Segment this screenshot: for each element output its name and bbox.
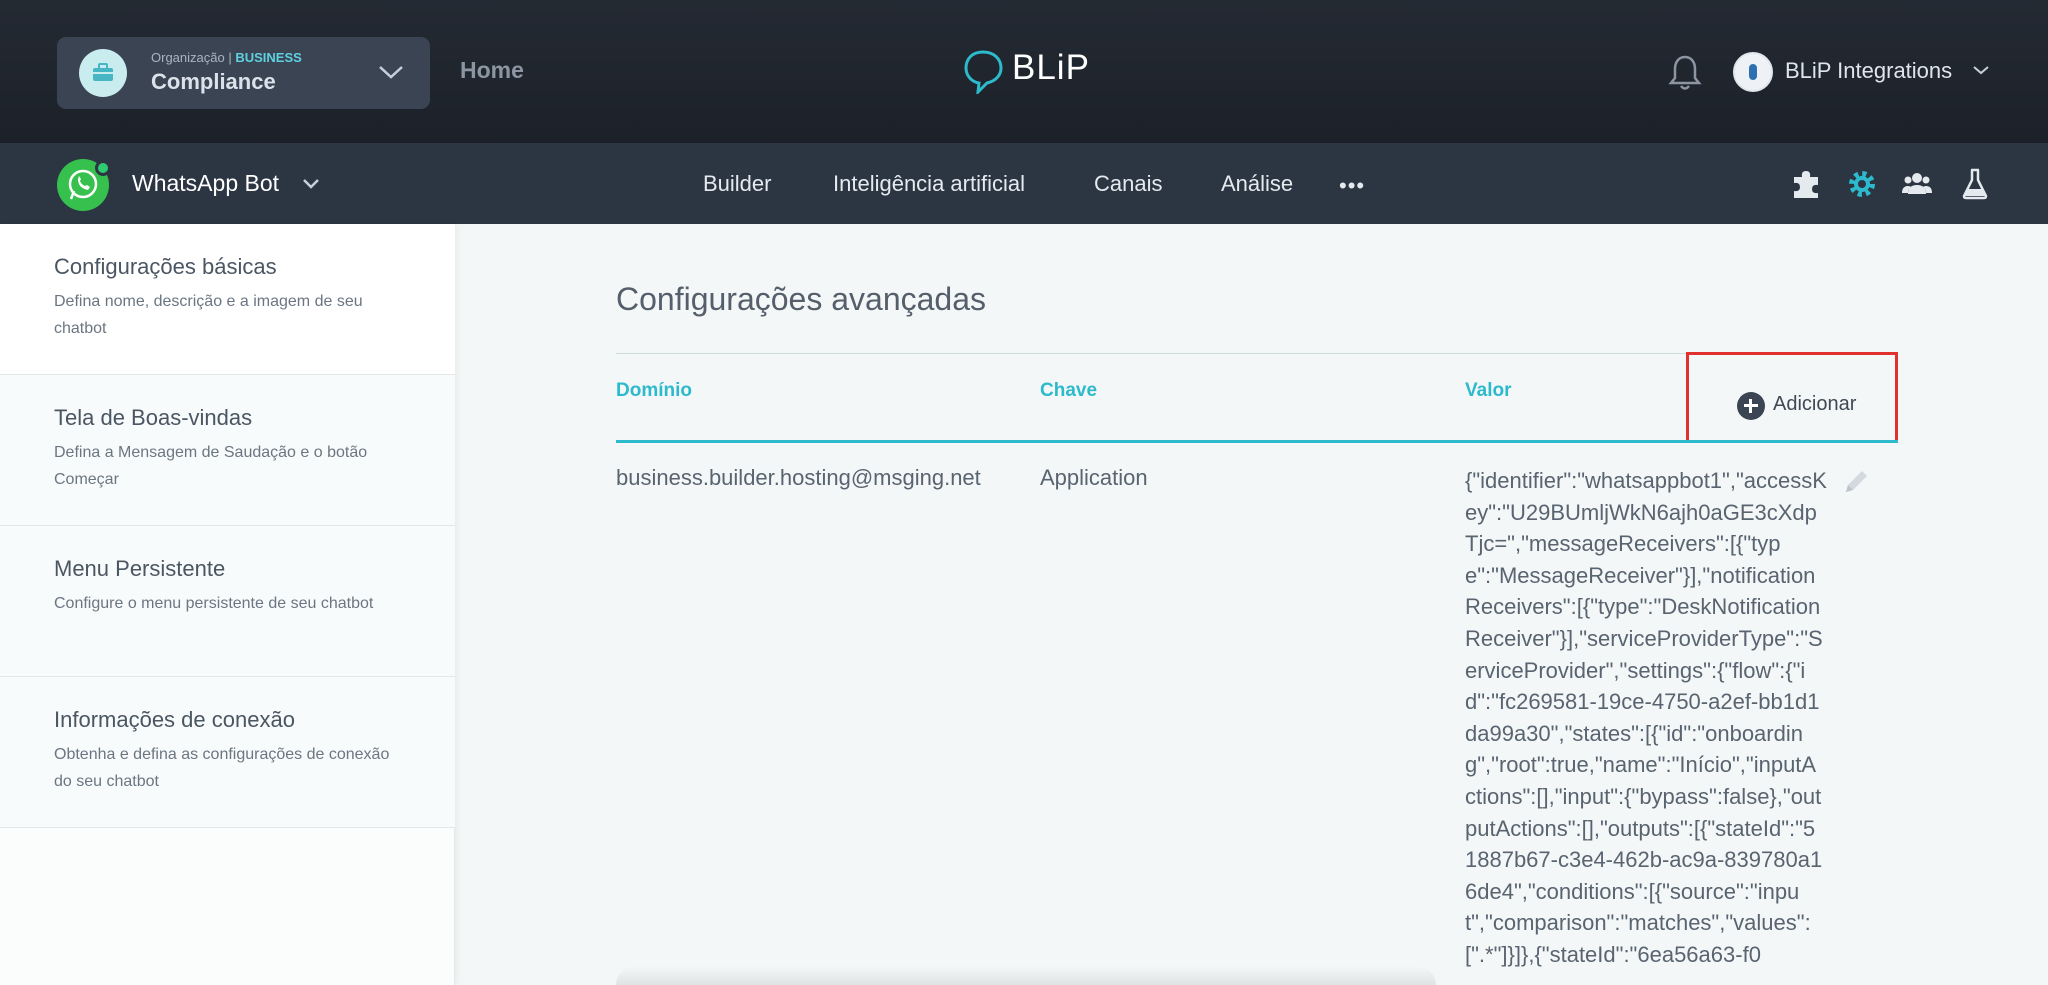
users-icon[interactable] [1900,167,1934,201]
chat-bubble-icon [964,50,1003,97]
nav-builder[interactable]: Builder [703,171,771,197]
column-header-chave: Chave [1040,380,1098,401]
nav-inteligencia-artificial[interactable]: Inteligência artificial [833,171,1025,197]
organization-label: Organização | BUSINESS [151,50,302,65]
top-bar: Organização | BUSINESS Compliance Home B… [0,0,2048,143]
user-name[interactable]: BLiP Integrations [1785,58,1952,84]
settings-sidebar: Configurações básicas Defina nome, descr… [0,224,455,985]
pencil-icon[interactable] [1840,466,1872,498]
sidebar-item-title: Menu Persistente [54,556,226,581]
page-title: Configurações avançadas [616,281,987,317]
nav-analise[interactable]: Análise [1221,171,1293,197]
sidebar-item-configuracoes-basicas[interactable]: Configurações básicas Defina nome, descr… [0,224,455,375]
organization-name: Compliance [151,69,276,94]
cell-value: {"identifier":"whatsappbot1","accessKey"… [1465,468,1827,967]
nav-canais[interactable]: Canais [1094,171,1162,197]
plus-circle-icon [1737,392,1765,420]
organization-type: BUSINESS [235,50,302,65]
cell-domain: business.builder.hosting@msging.net [616,465,981,490]
add-button[interactable]: Adicionar [1686,352,1898,443]
online-status-dot [95,160,111,176]
sidebar-item-informacoes-de-conexao[interactable]: Informações de conexão Obtenha e defina … [0,677,455,828]
gear-icon[interactable] [1845,167,1879,201]
more-menu-button[interactable]: ••• [1339,173,1365,199]
logo-text: BLiP [1012,48,1090,87]
table-header-underline [616,440,1898,443]
add-button-label: Adicionar [1773,393,1857,415]
sidebar-item-title: Informações de conexão [54,707,295,732]
chevron-down-icon [379,66,403,79]
sidebar-item-description: Configure o menu persistente de seu chat… [54,595,374,612]
sidebar-item-title: Tela de Boas-vindas [54,405,253,430]
sidebar-item-description: Obtenha e defina as configurações de con… [54,746,390,790]
bot-bar: WhatsApp Bot Builder Inteligência artifi… [0,143,2048,224]
organization-selector[interactable]: Organização | BUSINESS Compliance [57,37,430,109]
bell-icon[interactable] [1668,53,1702,91]
cell-key: Application [1040,465,1148,490]
scroll-shadow [616,966,1436,985]
home-link[interactable]: Home [460,57,524,84]
column-header-dominio: Domínio [616,380,692,401]
sidebar-item-menu-persistente[interactable]: Menu Persistente Configure o menu persis… [0,526,455,677]
sidebar-item-description: Defina a Mensagem de Saudação e o botão … [54,444,368,488]
chevron-down-icon[interactable] [1972,64,1990,76]
avatar[interactable] [1733,52,1773,92]
sidebar-item-title: Configurações básicas [54,254,277,279]
flask-icon[interactable] [1958,167,1992,201]
column-header-valor: Valor [1465,380,1512,401]
blip-logo[interactable]: BLiP [963,48,1093,97]
chevron-down-icon[interactable] [302,178,320,190]
sidebar-item-tela-de-boas-vindas[interactable]: Tela de Boas-vindas Defina a Mensagem de… [0,375,455,526]
sidebar-item-description: Defina nome, descrição e a imagem de seu… [54,293,363,337]
bot-name[interactable]: WhatsApp Bot [132,170,279,197]
briefcase-icon [79,49,127,97]
puzzle-icon[interactable] [1789,167,1823,201]
